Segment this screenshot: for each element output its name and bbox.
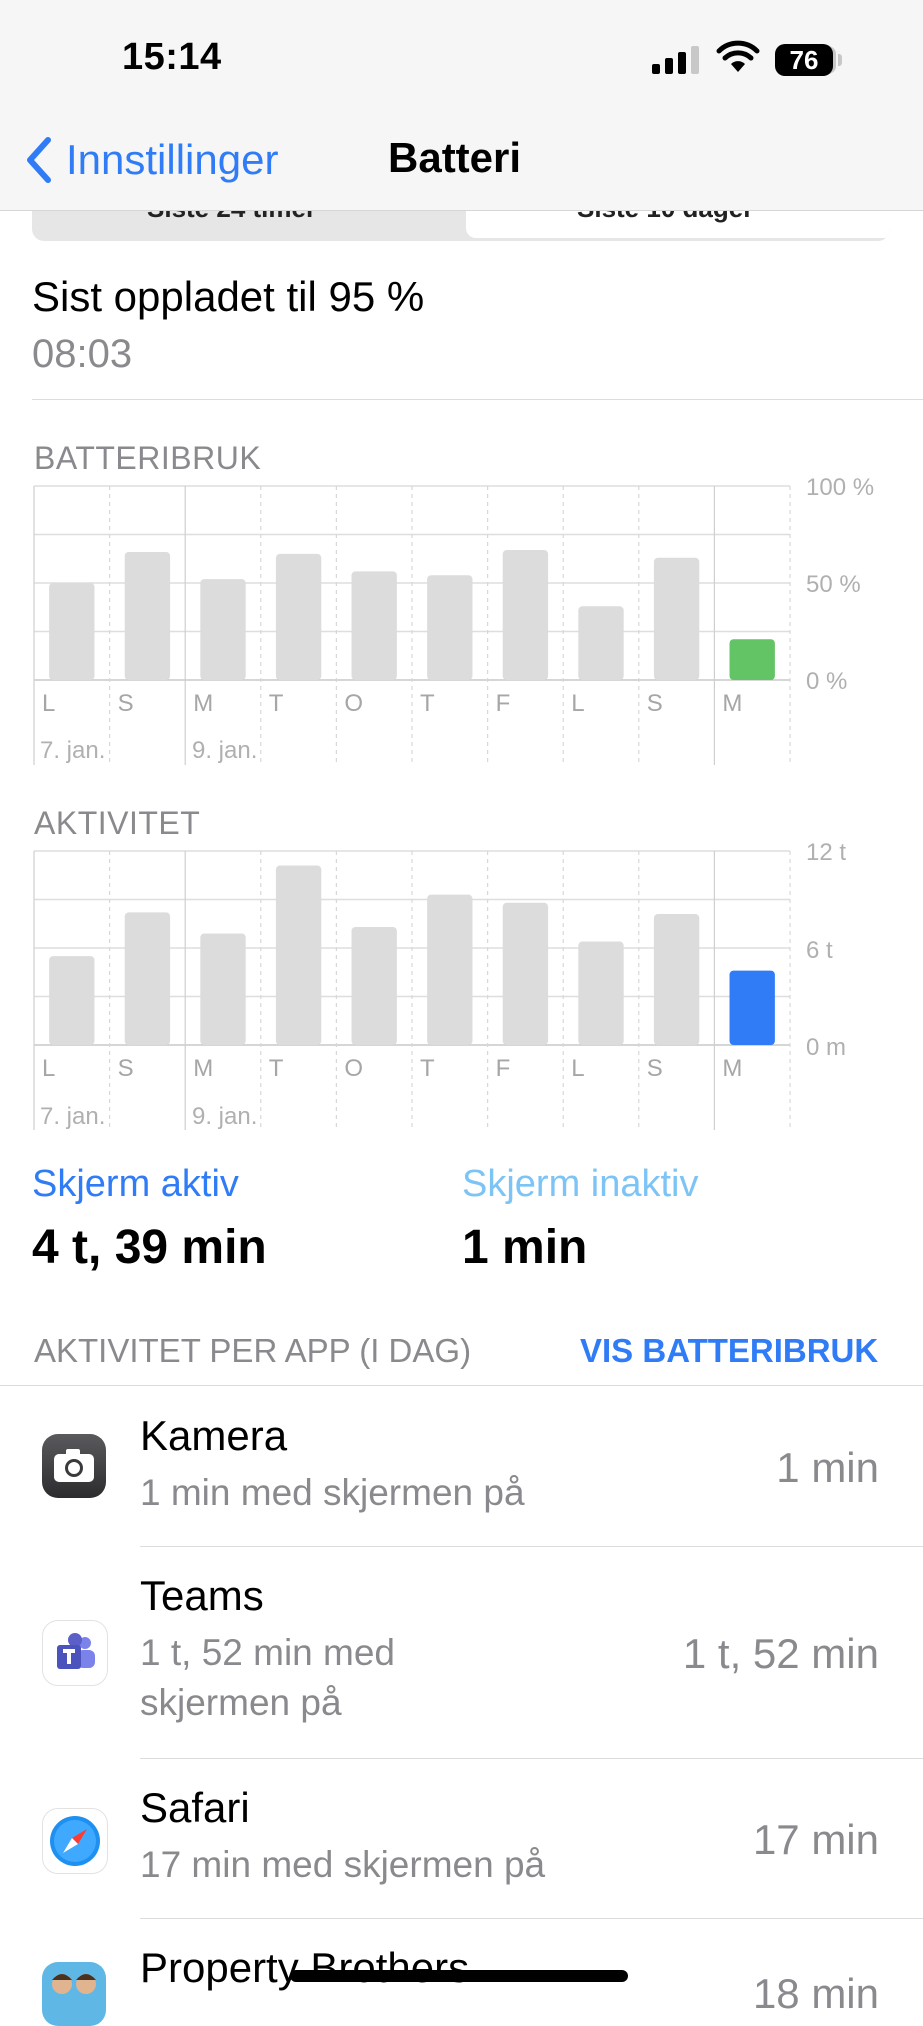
segment-last-10d[interactable]: Siste 10 dager bbox=[577, 211, 753, 224]
home-indicator[interactable] bbox=[290, 1970, 628, 1982]
screen-active-value: 4 t, 39 min bbox=[32, 1221, 267, 1274]
battery-date-label: 7. jan. bbox=[40, 737, 106, 764]
app-usage-value: 1 min bbox=[776, 1444, 879, 1491]
activity-day-label: L bbox=[42, 1055, 56, 1082]
battery-day-label: L bbox=[571, 690, 585, 717]
app-name: Safari bbox=[140, 1784, 250, 1831]
status-bar: 15:14 76 bbox=[0, 0, 923, 110]
app-usage-value: 1 t, 52 min bbox=[682, 1630, 879, 1677]
activity-day-label: M bbox=[193, 1055, 214, 1082]
battery-bar[interactable] bbox=[351, 571, 397, 680]
activity-date-label: 7. jan. bbox=[40, 1103, 106, 1130]
app-name: Kamera bbox=[140, 1412, 288, 1459]
last-charged-title: Sist oppladet til 95 % bbox=[32, 273, 425, 320]
activity-bar[interactable] bbox=[200, 933, 246, 1045]
range-segmented-control: Siste 24 timer Siste 10 dager bbox=[32, 211, 890, 241]
activity-bar[interactable] bbox=[502, 902, 549, 1045]
wifi-icon bbox=[716, 40, 760, 72]
activity-day-label: T bbox=[268, 1055, 284, 1082]
row-divider bbox=[140, 1546, 923, 1547]
activity-y-tick: 12 t bbox=[806, 839, 847, 866]
show-battery-usage-button[interactable]: VIS BATTERIBRUK bbox=[580, 1332, 878, 1370]
battery-bar[interactable] bbox=[427, 575, 473, 680]
battery-bar[interactable] bbox=[502, 550, 549, 680]
navigation-bar: Innstillinger Batteri bbox=[0, 110, 923, 211]
battery-day-label: L bbox=[42, 690, 56, 717]
battery-y-tick: 100 % bbox=[806, 474, 875, 501]
chevron-left-icon bbox=[27, 137, 51, 183]
battery-day-label: F bbox=[495, 690, 511, 717]
cellular-signal-icon bbox=[652, 46, 699, 74]
property-brothers-icon bbox=[42, 1962, 106, 2026]
battery-usage-chart[interactable] bbox=[0, 480, 923, 770]
divider bbox=[32, 399, 923, 400]
battery-bar[interactable] bbox=[578, 606, 624, 680]
activity-day-label: M bbox=[722, 1055, 743, 1082]
battery-y-tick: 0 % bbox=[806, 668, 848, 695]
back-button[interactable]: Innstillinger bbox=[24, 136, 278, 184]
battery-day-label: T bbox=[268, 690, 284, 717]
activity-chart[interactable] bbox=[0, 845, 923, 1135]
activity-day-label: S bbox=[117, 1055, 134, 1082]
app-subtitle: 17 min med skjermen på bbox=[140, 1844, 546, 1885]
activity-day-label: F bbox=[495, 1055, 511, 1082]
app-usage-value: 17 min bbox=[752, 1816, 879, 1863]
battery-bar[interactable] bbox=[729, 639, 775, 680]
activity-bar[interactable] bbox=[653, 914, 700, 1045]
segment-last-24h[interactable]: Siste 24 timer bbox=[147, 211, 316, 224]
activity-bar[interactable] bbox=[729, 970, 775, 1045]
back-button-label: Innstillinger bbox=[66, 136, 279, 183]
battery-bar[interactable] bbox=[653, 557, 700, 680]
battery-day-label: O bbox=[344, 690, 364, 717]
divider bbox=[0, 1385, 923, 1386]
activity-bar[interactable] bbox=[124, 912, 171, 1045]
activity-day-label: T bbox=[420, 1055, 435, 1082]
activity-bar[interactable] bbox=[578, 941, 624, 1045]
battery-icon: 76 bbox=[775, 44, 833, 76]
activity-date-label: 9. jan. bbox=[192, 1103, 258, 1130]
battery-nub bbox=[838, 54, 842, 66]
screen-active-label[interactable]: Skjerm aktiv bbox=[32, 1163, 239, 1206]
activity-day-label: S bbox=[646, 1055, 663, 1082]
screen-inactive-value: 1 min bbox=[462, 1221, 588, 1274]
app-usage-value: 18 min bbox=[752, 1970, 879, 2017]
activity-y-tick: 0 m bbox=[806, 1034, 847, 1061]
battery-bar[interactable] bbox=[124, 551, 171, 680]
battery-day-label: S bbox=[117, 690, 134, 717]
teams-icon bbox=[42, 1620, 108, 1686]
battery-bar[interactable] bbox=[200, 579, 246, 680]
activity-per-app-heading: AKTIVITET PER APP (I DAG) bbox=[34, 1332, 472, 1369]
battery-day-label: M bbox=[193, 690, 214, 717]
activity-y-tick: 6 t bbox=[806, 937, 833, 964]
battery-y-tick: 50 % bbox=[806, 571, 861, 598]
safari-icon bbox=[42, 1808, 108, 1874]
activity-bar[interactable] bbox=[49, 956, 95, 1045]
camera-icon bbox=[42, 1434, 106, 1498]
status-time: 15:14 bbox=[122, 36, 222, 78]
battery-date-label: 9. jan. bbox=[192, 737, 258, 764]
app-subtitle: 1 min med skjermen på bbox=[140, 1472, 525, 1513]
activity-day-label: O bbox=[344, 1055, 364, 1082]
battery-day-label: M bbox=[722, 690, 743, 717]
activity-bar[interactable] bbox=[351, 926, 397, 1045]
row-divider bbox=[140, 1758, 923, 1759]
activity-bar[interactable] bbox=[275, 865, 322, 1045]
app-name: Property Brothers bbox=[140, 1944, 470, 1991]
activity-heading: AKTIVITET bbox=[34, 805, 201, 841]
battery-day-label: T bbox=[420, 690, 435, 717]
battery-bar[interactable] bbox=[275, 553, 322, 680]
screen-inactive-label[interactable]: Skjerm inaktiv bbox=[462, 1163, 699, 1206]
activity-bar[interactable] bbox=[427, 894, 473, 1045]
activity-day-label: L bbox=[571, 1055, 585, 1082]
row-divider bbox=[140, 1918, 923, 1919]
battery-usage-heading: BATTERIBRUK bbox=[34, 440, 262, 476]
last-charged-time: 08:03 bbox=[32, 332, 133, 376]
page-title: Batteri bbox=[388, 134, 522, 181]
app-subtitle: 1 t, 52 min med skjermen på bbox=[140, 1632, 396, 1723]
battery-bar[interactable] bbox=[49, 583, 95, 680]
app-name: Teams bbox=[140, 1572, 264, 1619]
battery-day-label: S bbox=[646, 690, 663, 717]
